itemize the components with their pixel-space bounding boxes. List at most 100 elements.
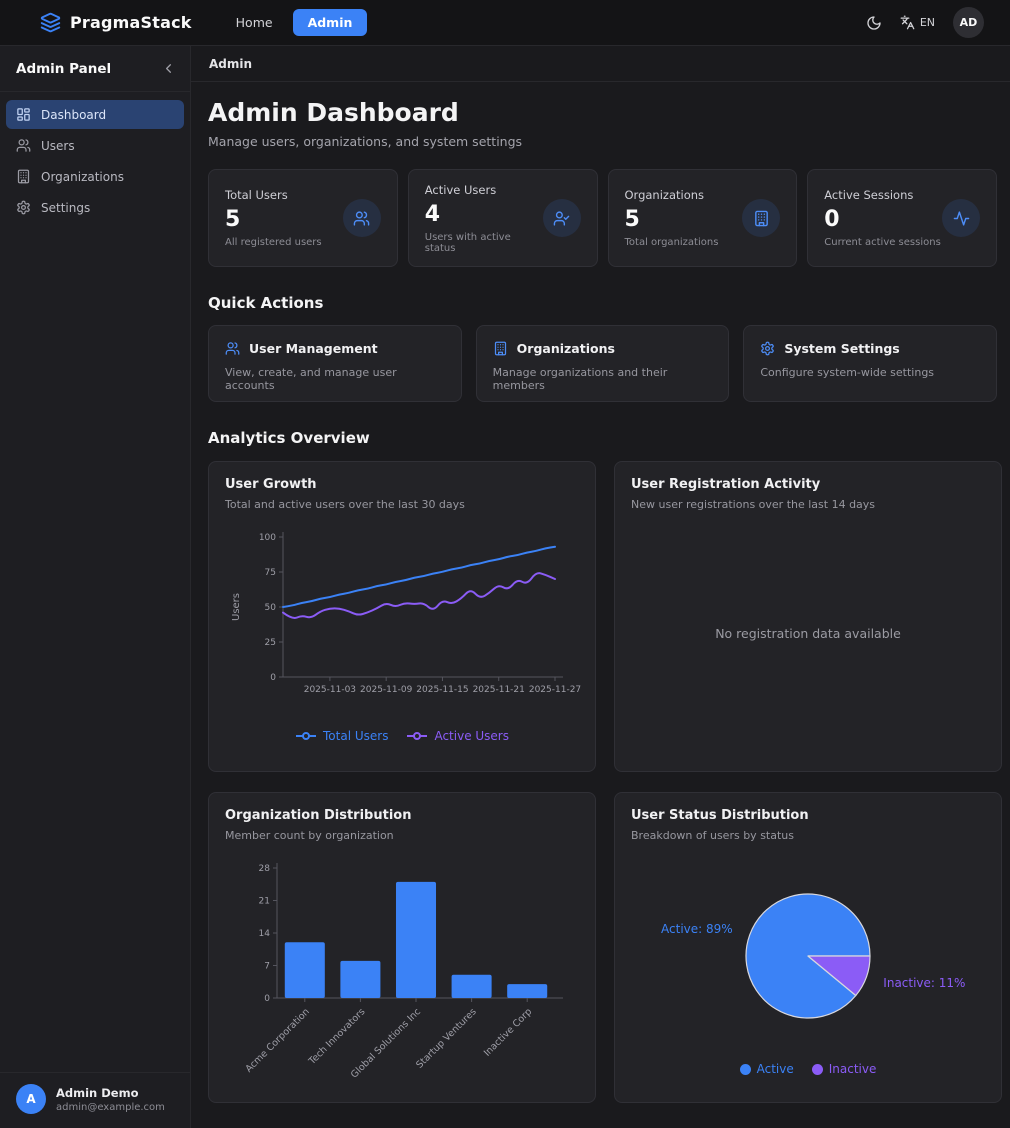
- svg-text:14: 14: [259, 929, 271, 939]
- empty-state-message: No registration data available: [715, 626, 901, 641]
- svg-text:0: 0: [270, 673, 276, 683]
- sidebar-item-users[interactable]: Users: [6, 131, 184, 160]
- quick-action-title: System Settings: [784, 341, 899, 356]
- stat-value: 4: [425, 202, 543, 227]
- top-navbar: PragmaStack Home Admin EN AD: [0, 0, 1010, 46]
- user-status-card: User Status Distribution Breakdown of us…: [614, 792, 1002, 1103]
- svg-text:Acme Corporation: Acme Corporation: [243, 1006, 311, 1074]
- legend-item[interactable]: Total Users: [295, 729, 388, 743]
- main-content: Admin Admin Dashboard Manage users, orga…: [191, 46, 1010, 1128]
- sidebar-title: Admin Panel: [16, 61, 111, 77]
- chart-title: User Status Distribution: [631, 808, 985, 823]
- sidebar-user-name: Admin Demo: [56, 1086, 165, 1100]
- quick-action-description: View, create, and manage user accounts: [225, 366, 445, 392]
- brand-logo[interactable]: PragmaStack: [40, 12, 192, 33]
- sidebar-item-label: Settings: [41, 201, 90, 215]
- stat-description: All registered users: [225, 237, 343, 248]
- stat-label: Organizations: [625, 188, 743, 202]
- chart-title: User Registration Activity: [631, 477, 985, 492]
- stat-label: Active Sessions: [824, 188, 942, 202]
- admin-sidebar: Admin Panel Dashboard Users Organization…: [0, 46, 191, 1128]
- stat-description: Current active sessions: [824, 237, 942, 248]
- analytics-heading: Analytics Overview: [208, 429, 997, 447]
- stats-grid: Total Users 5 All registered users Activ…: [208, 169, 997, 267]
- stat-card-active-users: Active Users 4 Users with active status: [408, 169, 598, 267]
- svg-text:7: 7: [264, 962, 270, 972]
- users-icon: [353, 210, 370, 227]
- building-icon: [493, 341, 508, 356]
- stat-label: Total Users: [225, 188, 343, 202]
- legend-item[interactable]: Active Users: [406, 729, 509, 743]
- main-nav: Home Admin: [226, 9, 368, 36]
- brand-name: PragmaStack: [70, 13, 192, 32]
- sidebar-header: Admin Panel: [0, 46, 190, 92]
- sidebar-user-email: admin@example.com: [56, 1102, 165, 1113]
- activity-icon: [953, 210, 970, 227]
- quick-action-title: User Management: [249, 341, 378, 356]
- sidebar-item-label: Dashboard: [41, 108, 106, 122]
- quick-action-title: Organizations: [517, 341, 615, 356]
- stat-value: 0: [824, 207, 942, 232]
- user-check-icon: [553, 210, 570, 227]
- stat-card-organizations: Organizations 5 Total organizations: [608, 169, 798, 267]
- svg-text:0: 0: [264, 994, 270, 1004]
- legend-dot: [812, 1064, 823, 1075]
- quick-action-description: Configure system-wide settings: [760, 366, 980, 379]
- legend-label: Active: [757, 1062, 794, 1076]
- stat-description: Users with active status: [425, 232, 543, 254]
- svg-text:Startup Ventures: Startup Ventures: [414, 1006, 478, 1070]
- chart-title: User Growth: [225, 477, 579, 492]
- legend-label: Active Users: [434, 729, 509, 743]
- stat-value: 5: [225, 207, 343, 232]
- quick-actions-heading: Quick Actions: [208, 294, 997, 312]
- sidebar-item-settings[interactable]: Settings: [6, 193, 184, 222]
- sidebar-item-label: Organizations: [41, 170, 124, 184]
- svg-text:Active: 89%: Active: 89%: [661, 922, 733, 936]
- user-growth-legend: Total Users Active Users: [225, 729, 579, 743]
- svg-text:Inactive Corp: Inactive Corp: [482, 1006, 534, 1058]
- breadcrumb-current: Admin: [209, 57, 252, 71]
- svg-text:100: 100: [259, 533, 276, 543]
- svg-text:21: 21: [259, 897, 270, 907]
- svg-text:2025-11-21: 2025-11-21: [473, 685, 525, 695]
- sidebar-collapse-button[interactable]: [161, 61, 176, 76]
- stat-description: Total organizations: [625, 237, 743, 248]
- svg-text:28: 28: [259, 864, 271, 874]
- analytics-grid: User Growth Total and active users over …: [208, 461, 997, 1103]
- stat-card-active-sessions: Active Sessions 0 Current active session…: [807, 169, 997, 267]
- legend-dot: [740, 1064, 751, 1075]
- quick-action-organizations[interactable]: Organizations Manage organizations and t…: [476, 325, 730, 402]
- nav-link-admin[interactable]: Admin: [293, 9, 368, 36]
- registration-activity-card: User Registration Activity New user regi…: [614, 461, 1002, 772]
- chart-title: Organization Distribution: [225, 808, 579, 823]
- legend-item[interactable]: Inactive: [812, 1062, 877, 1076]
- quick-action-user-management[interactable]: User Management View, create, and manage…: [208, 325, 462, 402]
- navbar-actions: EN AD: [866, 7, 984, 38]
- quick-actions-grid: User Management View, create, and manage…: [208, 325, 997, 402]
- sidebar-item-dashboard[interactable]: Dashboard: [6, 100, 184, 129]
- users-icon: [16, 138, 31, 153]
- users-icon: [225, 341, 240, 356]
- gear-icon: [760, 341, 775, 356]
- quick-action-system-settings[interactable]: System Settings Configure system-wide se…: [743, 325, 997, 402]
- theme-toggle-button[interactable]: [866, 15, 882, 31]
- svg-text:75: 75: [265, 568, 276, 578]
- svg-text:2025-11-09: 2025-11-09: [360, 685, 413, 695]
- sidebar-item-organizations[interactable]: Organizations: [6, 162, 184, 191]
- user-avatar[interactable]: AD: [953, 7, 984, 38]
- language-selector[interactable]: EN: [900, 15, 935, 30]
- chart-subtitle: Member count by organization: [225, 829, 579, 842]
- page-subtitle: Manage users, organizations, and system …: [208, 134, 997, 149]
- user-growth-card: User Growth Total and active users over …: [208, 461, 596, 772]
- user-status-legend: Active Inactive: [631, 1062, 985, 1076]
- legend-item[interactable]: Active: [740, 1062, 794, 1076]
- user-growth-chart: 02550751002025-11-032025-11-092025-11-15…: [225, 527, 579, 725]
- languages-icon: [900, 15, 915, 30]
- chart-subtitle: New user registrations over the last 14 …: [631, 498, 985, 511]
- stat-value: 5: [625, 207, 743, 232]
- chart-subtitle: Breakdown of users by status: [631, 829, 985, 842]
- sidebar-user-panel[interactable]: A Admin Demo admin@example.com: [0, 1072, 190, 1128]
- org-distribution-card: Organization Distribution Member count b…: [208, 792, 596, 1103]
- gear-icon: [16, 200, 31, 215]
- nav-link-home[interactable]: Home: [226, 9, 283, 36]
